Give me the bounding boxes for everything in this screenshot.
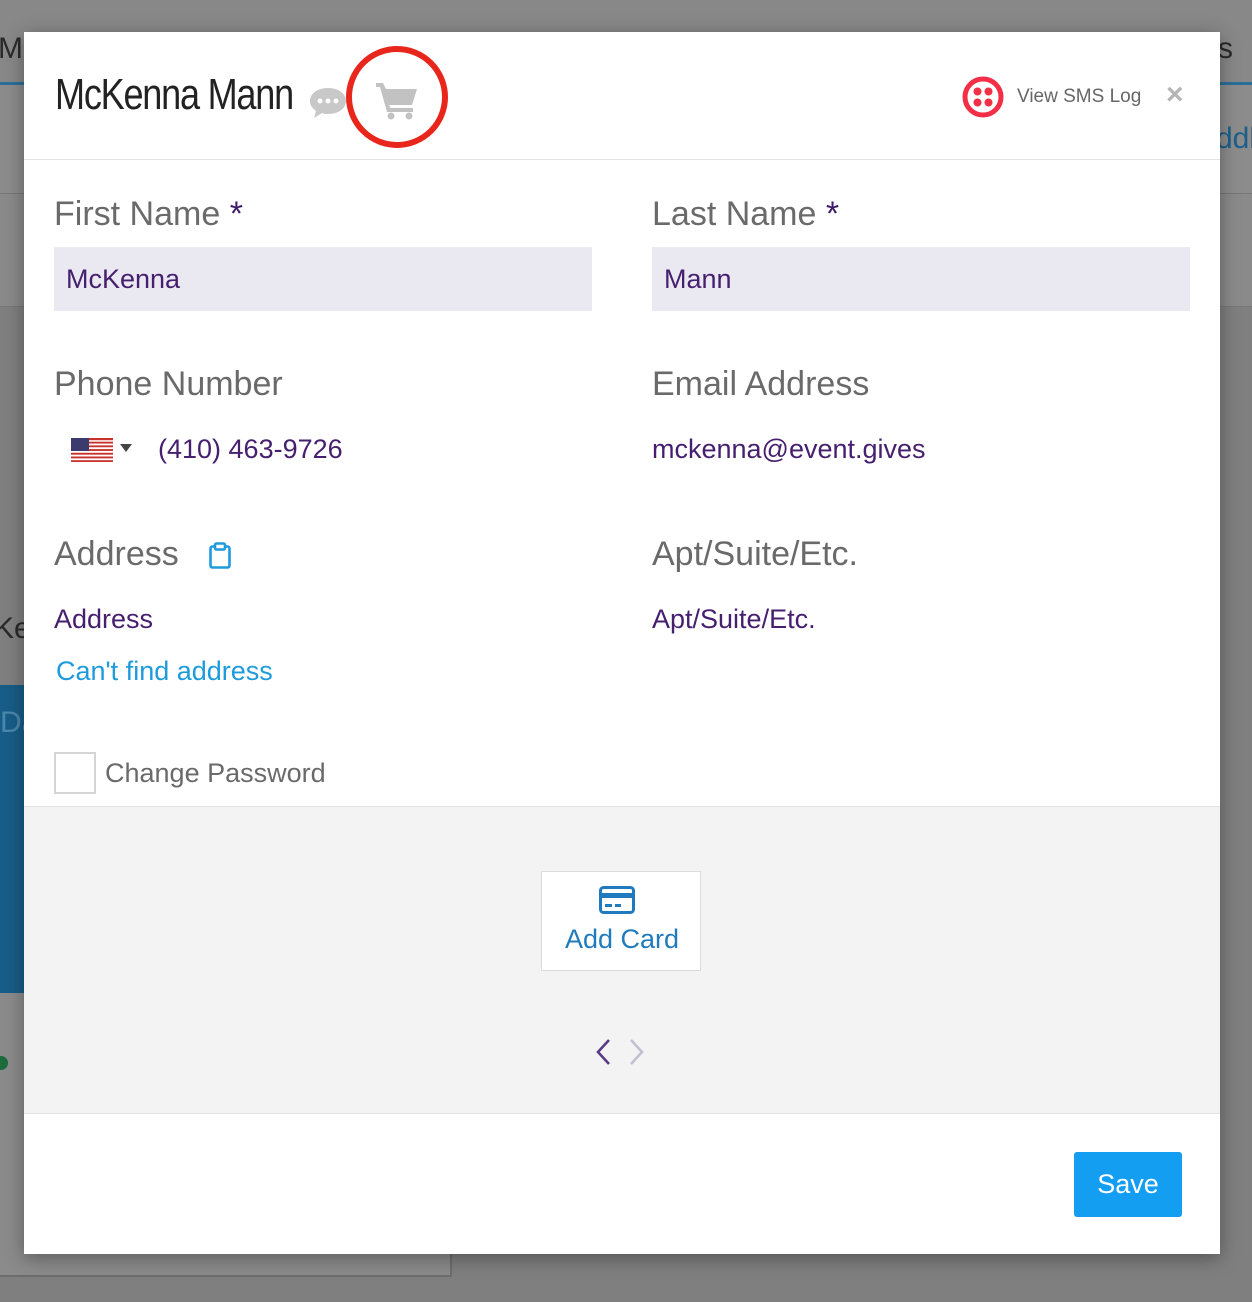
phone-number-label: Phone Number xyxy=(54,365,283,403)
add-card-label: Add Card xyxy=(564,924,680,954)
highlight-circle-annotation xyxy=(346,46,448,148)
credit-card-icon xyxy=(599,886,635,914)
chevron-left-icon[interactable] xyxy=(594,1037,614,1067)
first-name-input[interactable]: McKenna xyxy=(54,247,592,311)
email-address-label: Email Address xyxy=(652,365,870,403)
modal-header: McKenna Mann View SMS Log × xyxy=(24,32,1220,160)
modal-title: McKenna Mann xyxy=(55,70,294,119)
edit-contact-modal: McKenna Mann View SMS Log × First Name *… xyxy=(24,32,1220,1254)
change-password-label[interactable]: Change Password xyxy=(105,758,326,789)
save-button[interactable]: Save xyxy=(1074,1152,1182,1217)
last-name-input[interactable]: Mann xyxy=(652,247,1190,311)
address-label: Address xyxy=(54,535,179,573)
view-sms-log-link[interactable]: View SMS Log xyxy=(1017,86,1141,108)
email-address-input[interactable]: mckenna@event.gives xyxy=(652,434,926,465)
twilio-icon[interactable] xyxy=(962,76,1004,118)
add-card-button[interactable]: Add Card xyxy=(541,871,701,971)
chevron-down-icon[interactable] xyxy=(120,444,132,452)
chat-bubble-icon[interactable] xyxy=(308,85,348,121)
apt-suite-label: Apt/Suite/Etc. xyxy=(652,535,858,573)
close-icon[interactable]: × xyxy=(1166,78,1184,112)
us-flag-icon[interactable] xyxy=(71,438,113,462)
apt-suite-input[interactable]: Apt/Suite/Etc. xyxy=(652,604,816,635)
cant-find-address-link[interactable]: Can't find address xyxy=(56,656,273,687)
background-text: ddle xyxy=(1216,122,1252,155)
address-input[interactable]: Address xyxy=(54,604,153,635)
chevron-right-icon[interactable] xyxy=(626,1037,646,1067)
first-name-label: First Name * xyxy=(54,195,243,233)
payment-cards-section: Add Card xyxy=(24,806,1220,1114)
required-mark: * xyxy=(825,195,840,233)
change-password-checkbox[interactable] xyxy=(54,752,96,794)
phone-number-input[interactable]: (410) 463-9726 xyxy=(158,434,343,465)
last-name-label: Last Name * xyxy=(652,195,840,233)
required-mark: * xyxy=(229,195,243,233)
background-text: s xyxy=(1218,32,1233,65)
clipboard-icon[interactable] xyxy=(208,542,232,570)
